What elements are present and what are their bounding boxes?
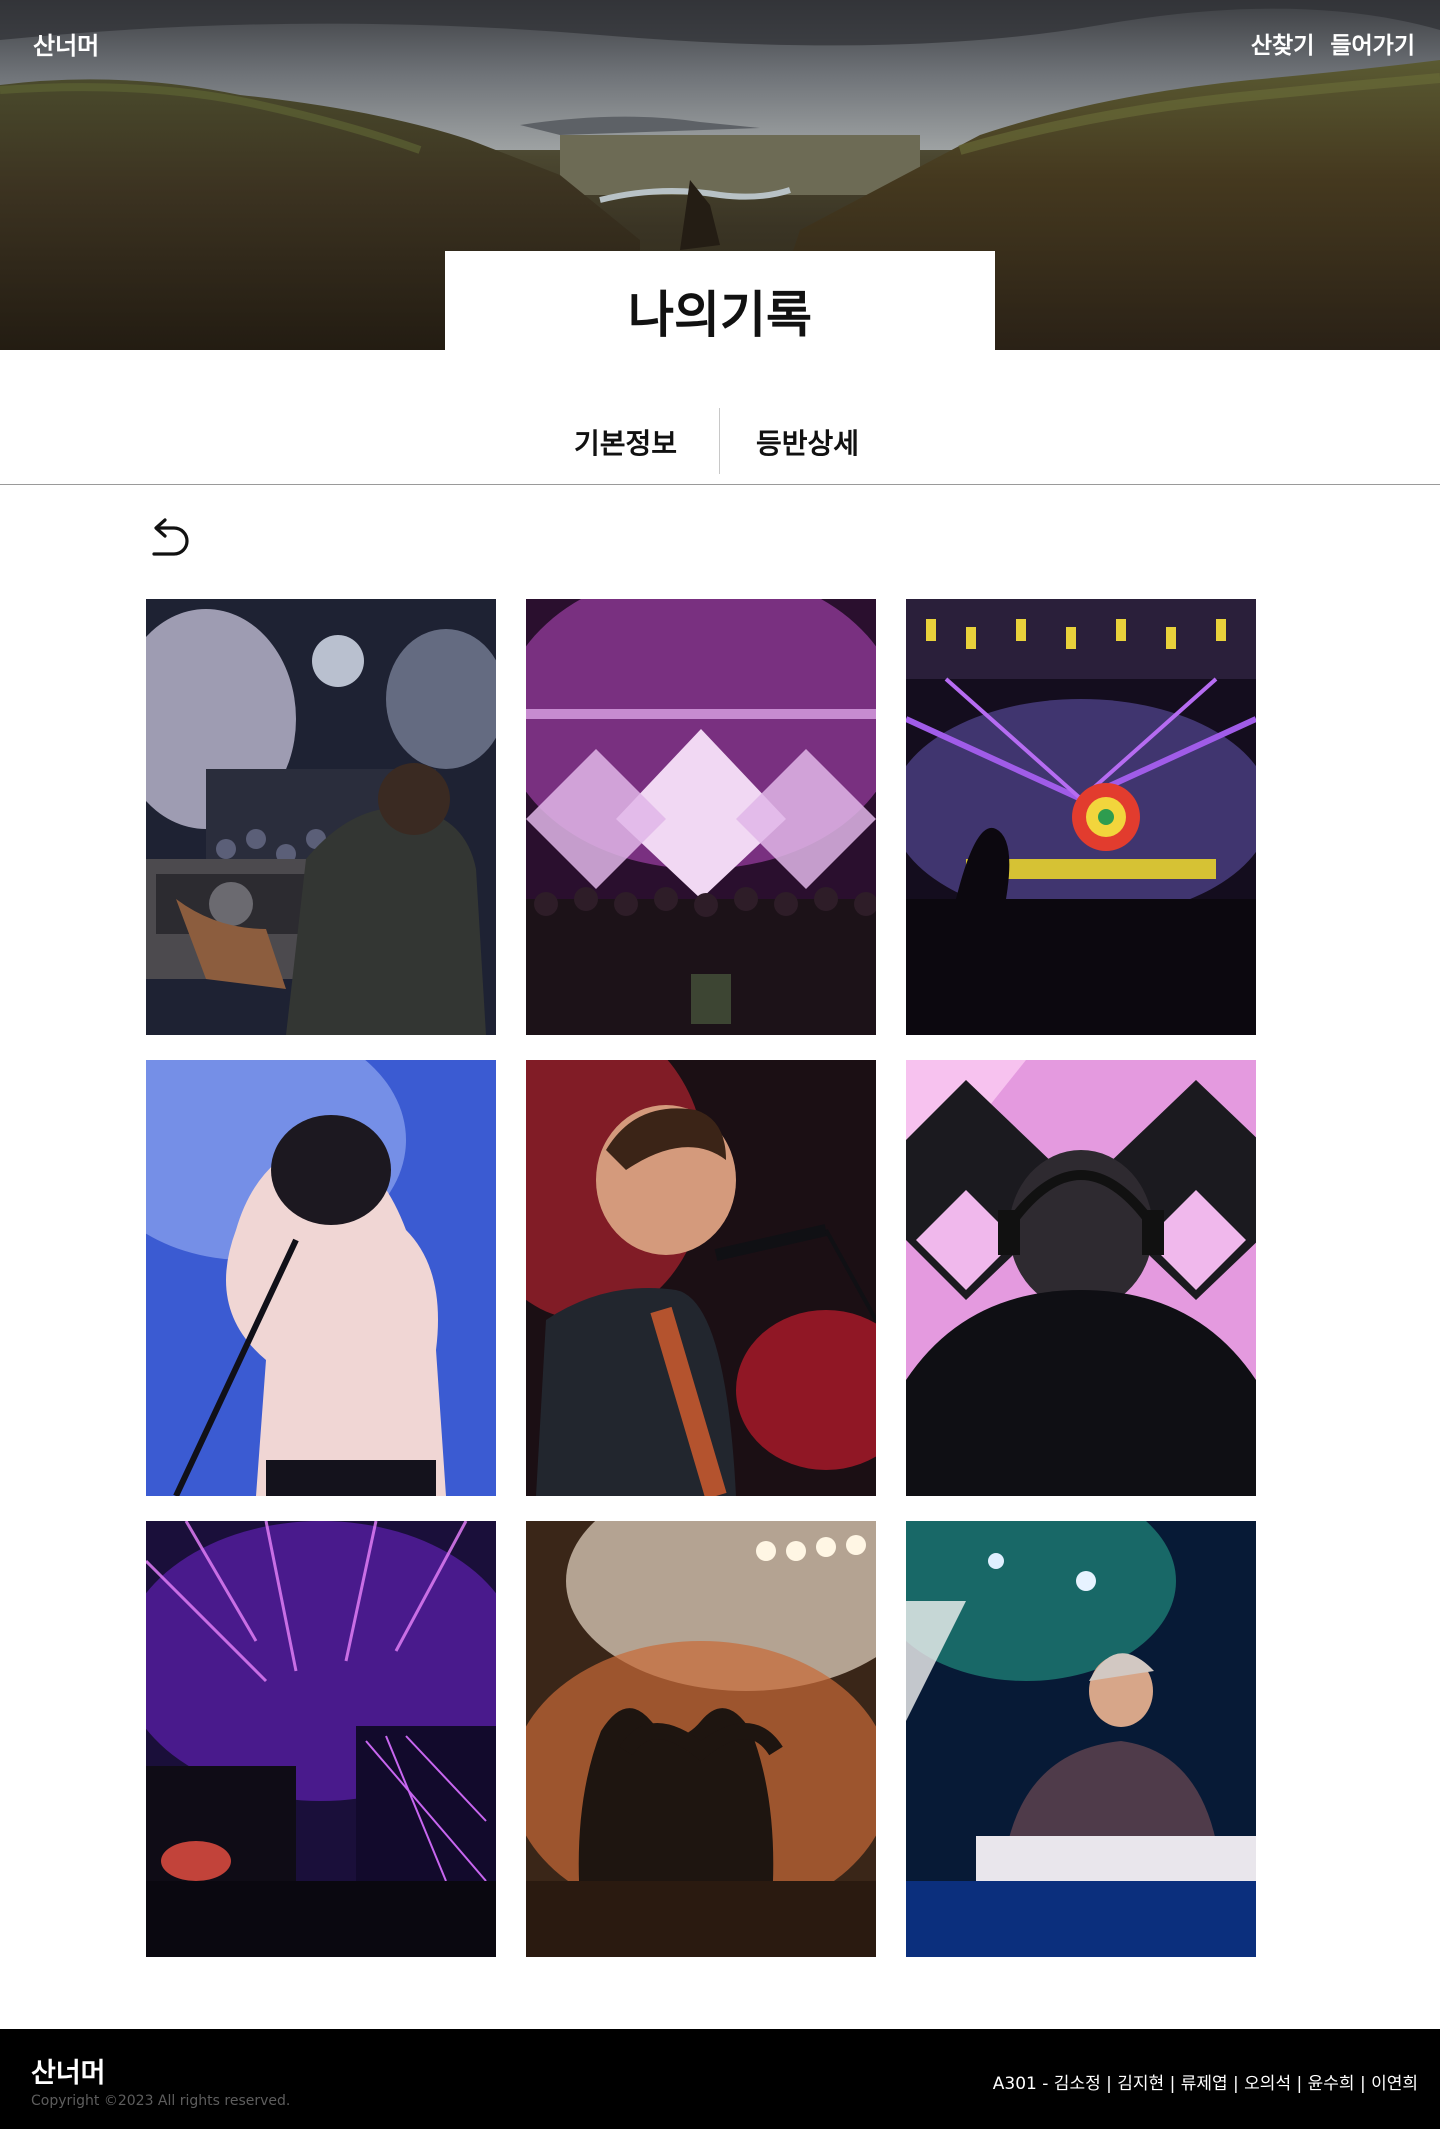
dj-crowd-photo (146, 599, 496, 1035)
nav-login[interactable]: 들어가기 (1330, 26, 1415, 60)
gallery-photo-7[interactable] (146, 1521, 496, 1957)
tab-climb-detail[interactable]: 등반상세 (756, 422, 859, 462)
heart-hands-crowd-photo (526, 1521, 876, 1957)
gallery-photo-2[interactable] (526, 599, 876, 1035)
gallery-photo-8[interactable] (526, 1521, 876, 1957)
dj-mixer-photo (906, 1521, 1256, 1957)
title-box: 나의기록 (445, 251, 995, 350)
nav-find-mountain[interactable]: 산찾기 (1251, 26, 1314, 60)
tab-divider (719, 408, 720, 474)
stage-lights-crowd-photo (526, 599, 876, 1035)
female-singer-photo (146, 1060, 496, 1496)
gallery-photo-4[interactable] (146, 1060, 496, 1496)
tab-basic-info[interactable]: 기본정보 (574, 422, 677, 462)
site-logo[interactable]: 산너머 (33, 26, 99, 61)
hero-banner: 산너머 산찾기 들어가기 나의기록 (0, 0, 1440, 350)
top-nav: 산찾기 들어가기 (1251, 26, 1415, 60)
dj-headphones-photo (906, 1060, 1256, 1496)
footer: 산너머 Copyright ©2023 All rights reserved.… (0, 2029, 1440, 2129)
back-arrow-icon (152, 518, 189, 556)
gallery-photo-9[interactable] (906, 1521, 1256, 1957)
record-tabs: 기본정보 등반상세 (0, 350, 1440, 485)
gallery-photo-1[interactable] (146, 599, 496, 1035)
gallery-photo-5[interactable] (526, 1060, 876, 1496)
male-singer-guitar-photo (526, 1060, 876, 1496)
gallery-photo-6[interactable] (906, 1060, 1256, 1496)
footer-logo[interactable]: 산너머 (31, 2051, 106, 2090)
gallery-photo-3[interactable] (906, 599, 1256, 1035)
footer-team-credits: A301 - 김소정 | 김지현 | 류제엽 | 오의석 | 윤수희 | 이연희 (992, 2074, 1418, 2094)
dj-laser-lights-photo (146, 1521, 496, 1957)
back-button[interactable] (148, 516, 192, 562)
footer-copyright: Copyright ©2023 All rights reserved. (31, 2093, 291, 2109)
festival-stage-photo (906, 599, 1256, 1035)
page-title: 나의기록 (628, 285, 812, 344)
